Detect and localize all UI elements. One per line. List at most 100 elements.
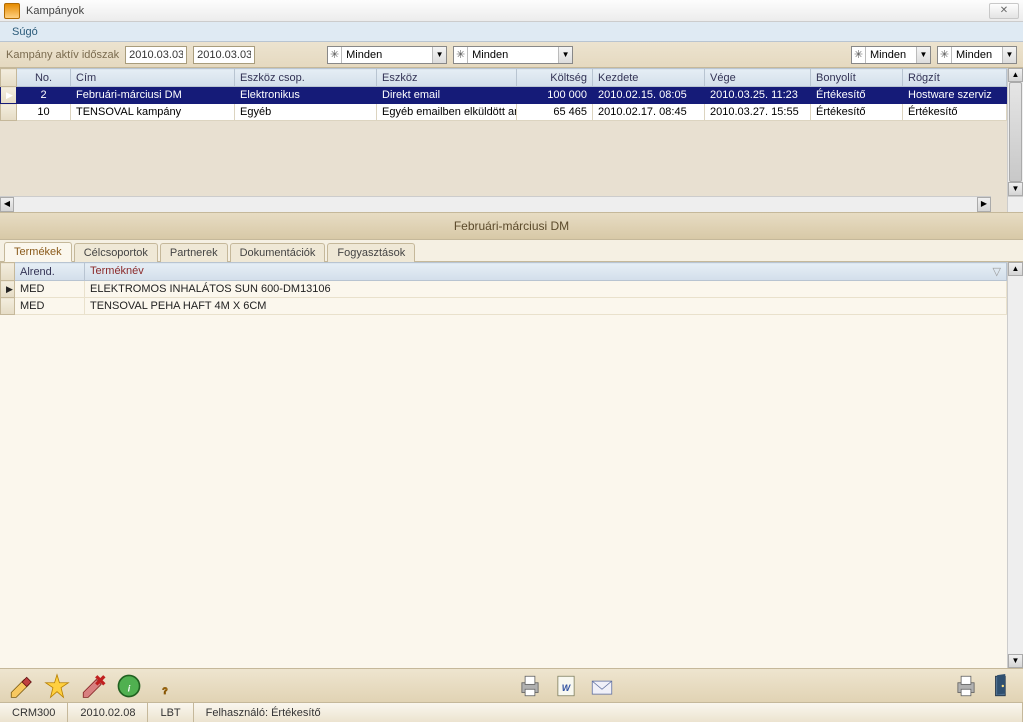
cell-kezdete: 2010.02.17. 08:45: [593, 104, 705, 121]
table-row[interactable]: 10TENSOVAL kampányEgyébEgyéb emailben el…: [1, 104, 1007, 121]
row-indicator: [1, 104, 17, 121]
col-alrend[interactable]: Alrend.: [15, 263, 85, 281]
col-termeknev-label: Terméknév: [90, 265, 144, 277]
cell-vege: 2010.03.25. 11:23: [705, 87, 811, 104]
cell-eszkoz: Egyéb emailben elküldött any: [377, 104, 517, 121]
svg-text:?: ?: [162, 686, 167, 696]
info-button[interactable]: i: [114, 671, 144, 701]
cell-termeknev: ELEKTROMOS INHALÁTOS SUN 600-DM13106: [85, 281, 1007, 298]
cell-cim: TENSOVAL kampány: [71, 104, 235, 121]
email-button[interactable]: [587, 671, 617, 701]
help-button[interactable]: ?: [150, 671, 180, 701]
filter-combo-4[interactable]: ✳ Minden ▼: [937, 46, 1017, 64]
table-row[interactable]: MEDTENSOVAL PEHA HAFT 4M X 6CM: [1, 298, 1007, 315]
exit-button[interactable]: [987, 671, 1017, 701]
new-button[interactable]: [42, 671, 72, 701]
grid-corner: [1, 69, 17, 87]
print-2-button[interactable]: [951, 671, 981, 701]
close-button[interactable]: ✕: [989, 3, 1019, 19]
cell-termeknev: TENSOVAL PEHA HAFT 4M X 6CM: [85, 298, 1007, 315]
table-row[interactable]: ▶2Februári-márciusi DMElektronikusDirekt…: [1, 87, 1007, 104]
cell-eszkcsop: Egyéb: [235, 104, 377, 121]
scroll-right-icon[interactable]: ▶: [977, 197, 991, 212]
scroll-down-icon[interactable]: ▼: [1008, 654, 1023, 668]
cell-cim: Februári-márciusi DM: [71, 87, 235, 104]
filter-label: Kampány aktív időszak: [6, 49, 119, 61]
filter-combo-4-value: Minden: [952, 49, 1002, 61]
scroll-left-icon[interactable]: ◀: [0, 197, 14, 212]
filter-combo-1[interactable]: ✳ Minden ▼: [327, 46, 447, 64]
tab-dokumentaciok[interactable]: Dokumentációk: [230, 243, 326, 262]
grid-scrollbar-vertical[interactable]: ▲ ▼: [1007, 68, 1023, 196]
star-icon: ✳: [328, 47, 342, 63]
col-rogzit[interactable]: Rögzít: [903, 69, 1007, 87]
col-kezdete[interactable]: Kezdete: [593, 69, 705, 87]
col-eszkcsop[interactable]: Eszköz csop.: [235, 69, 377, 87]
print-button[interactable]: [515, 671, 545, 701]
date-from-input[interactable]: [125, 46, 187, 64]
detail-title: Februári-márciusi DM: [0, 212, 1023, 240]
scroll-up-icon[interactable]: ▲: [1008, 68, 1023, 82]
detail-scrollbar-vertical[interactable]: ▲ ▼: [1007, 262, 1023, 668]
date-to-input[interactable]: [193, 46, 255, 64]
detail-tabs: Termékek Célcsoportok Partnerek Dokument…: [0, 240, 1023, 262]
scroll-thumb[interactable]: [1009, 82, 1022, 182]
delete-button[interactable]: [78, 671, 108, 701]
cell-alrend: MED: [15, 281, 85, 298]
detail-grid: Alrend. Terméknév ▽ ▶MEDELEKTROMOS INHALÁ…: [0, 262, 1023, 668]
cell-rogzit: Hostware szerviz: [903, 87, 1007, 104]
col-cim[interactable]: Cím: [71, 69, 235, 87]
scroll-down-icon[interactable]: ▼: [1008, 182, 1023, 196]
detail-corner: [1, 263, 15, 281]
cell-vege: 2010.03.27. 15:55: [705, 104, 811, 121]
tab-termekek[interactable]: Termékek: [4, 242, 72, 262]
cell-koltseg: 65 465: [517, 104, 593, 121]
cell-no: 2: [17, 87, 71, 104]
tab-fogyasztasok[interactable]: Fogyasztások: [327, 243, 415, 262]
grid-scrollbar-horizontal[interactable]: ◀ ▶: [0, 196, 991, 212]
cell-kezdete: 2010.02.15. 08:05: [593, 87, 705, 104]
cell-bonyolit: Értékesítő: [811, 104, 903, 121]
scroll-up-icon[interactable]: ▲: [1008, 262, 1023, 276]
star-icon: ✳: [852, 47, 866, 63]
chevron-down-icon: ▼: [1002, 47, 1016, 63]
filter-combo-1-value: Minden: [342, 49, 432, 61]
menu-sugo[interactable]: Súgó: [6, 24, 44, 40]
chevron-down-icon: ▼: [432, 47, 446, 63]
filter-combo-2[interactable]: ✳ Minden ▼: [453, 46, 573, 64]
scroll-corner: [1007, 196, 1023, 212]
tab-celcsoportok[interactable]: Célcsoportok: [74, 243, 158, 262]
cell-bonyolit: Értékesítő: [811, 87, 903, 104]
cell-koltseg: 100 000: [517, 87, 593, 104]
chevron-down-icon: ▼: [916, 47, 930, 63]
row-indicator: ▶: [1, 87, 17, 104]
tab-partnerek[interactable]: Partnerek: [160, 243, 228, 262]
menubar: Súgó: [0, 22, 1023, 42]
cell-rogzit: Értékesítő: [903, 104, 1007, 121]
col-eszkoz[interactable]: Eszköz: [377, 69, 517, 87]
sort-indicator-icon: ▽: [993, 265, 1001, 278]
filter-bar: Kampány aktív időszak ✳ Minden ▼ ✳ Minde…: [0, 42, 1023, 68]
filter-combo-2-value: Minden: [468, 49, 558, 61]
bottom-toolbar: i ? W: [0, 668, 1023, 702]
table-row[interactable]: ▶MEDELEKTROMOS INHALÁTOS SUN 600-DM13106: [1, 281, 1007, 298]
app-icon: [4, 3, 20, 19]
star-icon: ✳: [938, 47, 952, 63]
edit-button[interactable]: [6, 671, 36, 701]
status-module: CRM300: [0, 703, 68, 722]
word-export-button[interactable]: W: [551, 671, 581, 701]
filter-combo-3[interactable]: ✳ Minden ▼: [851, 46, 931, 64]
row-indicator: ▶: [1, 281, 15, 298]
col-koltseg[interactable]: Költség: [517, 69, 593, 87]
col-bonyolit[interactable]: Bonyolít: [811, 69, 903, 87]
cell-alrend: MED: [15, 298, 85, 315]
col-no[interactable]: No.: [17, 69, 71, 87]
col-vege[interactable]: Vége: [705, 69, 811, 87]
col-termeknev[interactable]: Terméknév ▽: [85, 263, 1007, 281]
window-title: Kampányok: [26, 5, 989, 17]
status-code: LBT: [148, 703, 193, 722]
cell-eszkcsop: Elektronikus: [235, 87, 377, 104]
star-icon: ✳: [454, 47, 468, 63]
campaign-grid: No. Cím Eszköz csop. Eszköz Költség Kezd…: [0, 68, 1023, 212]
chevron-down-icon: ▼: [558, 47, 572, 63]
